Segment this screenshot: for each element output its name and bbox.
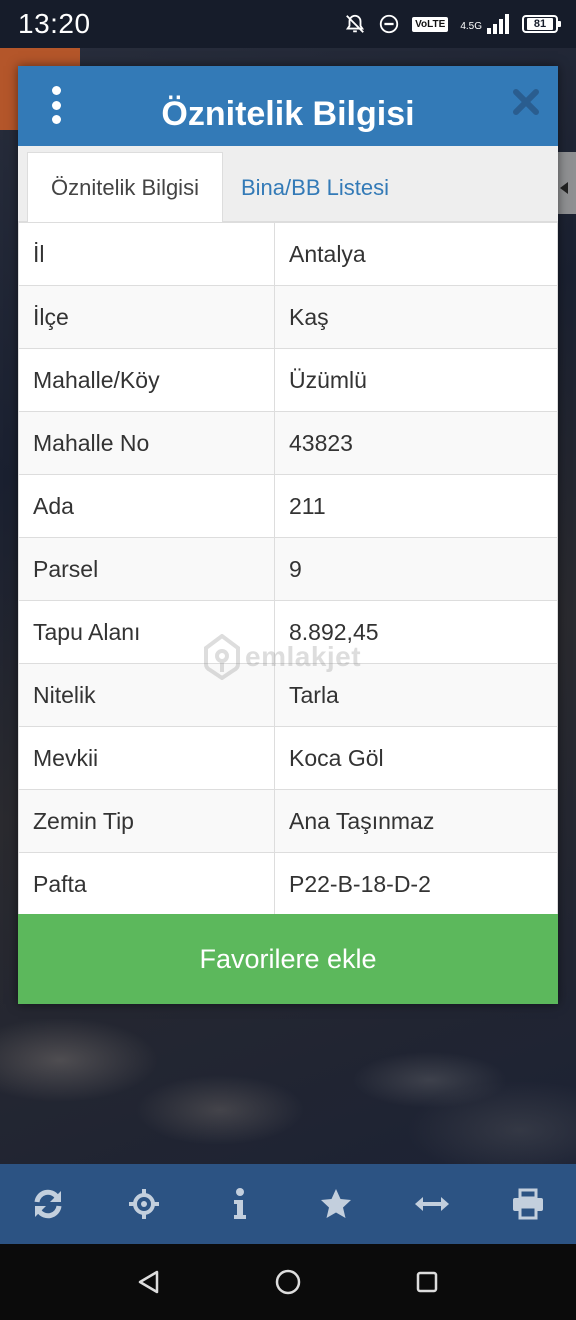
refresh-icon (34, 1189, 62, 1219)
crosshair-icon (129, 1189, 159, 1219)
attribute-value: Kaş (274, 286, 558, 348)
signal-icon (486, 14, 510, 34)
bell-off-icon (344, 13, 366, 35)
tab-bar: Öznitelik Bilgisi Bina/BB Listesi (18, 146, 558, 223)
recents-button[interactable] (403, 1258, 451, 1306)
measure-button[interactable] (402, 1174, 462, 1234)
dot-icon (51, 86, 61, 95)
attribute-key: Ada (18, 475, 274, 537)
more-menu-button[interactable] (44, 86, 68, 124)
home-icon (275, 1269, 301, 1295)
attribute-value: 211 (274, 475, 558, 537)
system-nav-bar (0, 1244, 576, 1320)
table-row: İlçe Kaş (18, 285, 558, 348)
favorites-button[interactable] (306, 1174, 366, 1234)
map-toolbar (0, 1164, 576, 1244)
attribute-value: Ana Taşınmaz (274, 790, 558, 852)
table-row: Parsel 9 (18, 537, 558, 600)
locate-button[interactable] (114, 1174, 174, 1234)
modal-header: Öznitelik Bilgisi (18, 66, 558, 146)
side-panel-toggle[interactable] (558, 152, 576, 214)
dot-icon (51, 100, 61, 110)
back-button[interactable] (125, 1258, 173, 1306)
attribute-key: Pafta (18, 853, 274, 915)
volte-badge: VoLTE (412, 16, 449, 32)
status-time: 13:20 (18, 8, 91, 39)
dot-icon (51, 115, 61, 124)
attribute-value: 8.892,45 (274, 601, 558, 663)
table-row: Ada 211 (18, 474, 558, 537)
attribute-key: Tapu Alanı (18, 601, 274, 663)
table-row: Tapu Alanı 8.892,45 (18, 600, 558, 663)
table-row: Mevkii Koca Göl (18, 726, 558, 789)
attribute-value: 43823 (274, 412, 558, 474)
attribute-key: Nitelik (18, 664, 274, 726)
tab-building-list[interactable]: Bina/BB Listesi (241, 152, 389, 223)
table-row: Zemin Tip Ana Taşınmaz (18, 789, 558, 852)
attribute-value: P22-B-18-D-2 (274, 853, 558, 915)
attribute-key: Mahalle No (18, 412, 274, 474)
battery-level: 81 (527, 18, 553, 30)
table-row: Mahalle/Köy Üzümlü (18, 348, 558, 411)
table-row: İl Antalya (18, 222, 558, 285)
status-icons: VoLTE 4.5G 81 (344, 13, 561, 35)
attribute-key: Mevkii (18, 727, 274, 789)
attribute-key: İlçe (18, 286, 274, 348)
info-icon (234, 1188, 246, 1219)
print-icon (513, 1188, 543, 1220)
print-button[interactable] (498, 1174, 558, 1234)
attribute-table: İl Antalya İlçe Kaş Mahalle/Köy Üzümlü M… (18, 222, 558, 915)
close-button[interactable] (510, 86, 542, 118)
tab-attribute-info[interactable]: Öznitelik Bilgisi (27, 152, 223, 223)
network-type: 4.5G (460, 21, 482, 32)
battery-icon: 81 (522, 15, 561, 33)
measure-icon (415, 1197, 449, 1211)
table-row: Nitelik Tarla (18, 663, 558, 726)
back-icon (139, 1270, 159, 1294)
attribute-value: Üzümlü (274, 349, 558, 411)
attribute-key: Zemin Tip (18, 790, 274, 852)
table-row: Pafta P22-B-18-D-2 (18, 852, 558, 915)
attribute-value: Koca Göl (274, 727, 558, 789)
refresh-button[interactable] (18, 1174, 78, 1234)
attribute-value: 9 (274, 538, 558, 600)
home-button[interactable] (264, 1258, 312, 1306)
attribute-key: Parsel (18, 538, 274, 600)
attribute-key: Mahalle/Köy (18, 349, 274, 411)
modal-title: Öznitelik Bilgisi (161, 94, 415, 133)
attribute-key: İl (18, 223, 274, 285)
info-button[interactable] (210, 1174, 270, 1234)
attribute-modal: Öznitelik Bilgisi Öznitelik Bilgisi Bina… (18, 66, 558, 1004)
attribute-value: Antalya (274, 223, 558, 285)
status-bar: 13:20 VoLTE 4.5G 81 (0, 0, 576, 48)
attribute-value: Tarla (274, 664, 558, 726)
close-icon (513, 89, 539, 115)
add-to-favorites-button[interactable]: Favorilere ekle (18, 914, 558, 1004)
do-not-disturb-icon (378, 13, 400, 35)
recents-icon (416, 1271, 437, 1293)
table-row: Mahalle No 43823 (18, 411, 558, 474)
star-icon (321, 1189, 351, 1218)
